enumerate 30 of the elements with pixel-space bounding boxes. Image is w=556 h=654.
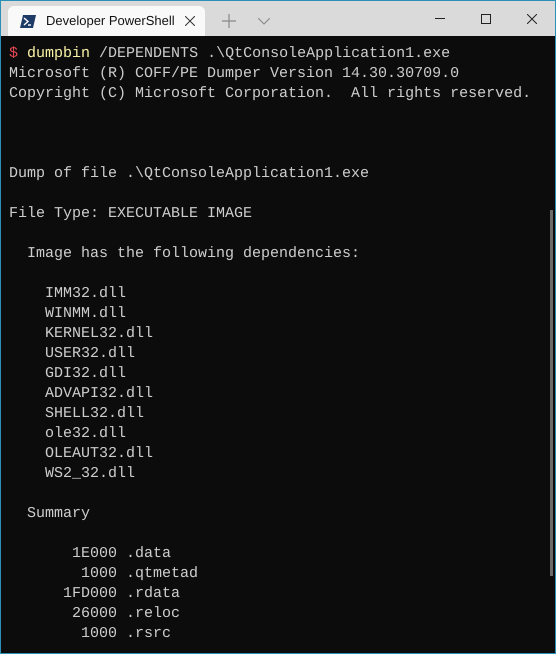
output-line: Dump of file .\QtConsoleApplication1.exe: [9, 165, 370, 182]
terminal-tab[interactable]: Developer PowerShell: [8, 6, 205, 36]
output-line: WINMM.dll: [44, 305, 126, 322]
output-line: 26000 .reloc: [71, 605, 180, 622]
output-line: ole32.dll: [44, 425, 126, 442]
output-line: 1E000 .data: [71, 545, 172, 562]
output-line: 1000 .rsrc: [80, 625, 172, 642]
output-line: SHELL32.dll: [44, 405, 144, 422]
powershell-icon: [20, 14, 36, 28]
output-line: 1FD000 .rdata: [62, 585, 180, 602]
close-tab-icon[interactable]: [184, 16, 195, 26]
output-line: OLEAUT32.dll: [44, 445, 154, 462]
output-line: KERNEL32.dll: [44, 325, 154, 342]
output-line: Microsoft (R) COFF/PE Dumper Version 14.30.30709.0: [9, 65, 460, 82]
output-line: ADVAPI32.dll: [44, 385, 154, 402]
output-line: IMM32.dll: [44, 285, 126, 302]
output-line: Image has the following dependencies:: [26, 245, 360, 262]
output-line: USER32.dll: [44, 345, 136, 362]
dropdown-icon[interactable]: [258, 18, 270, 24]
new-tab-icon[interactable]: [222, 14, 236, 28]
command-arguments: /DEPENDENTS .\QtConsoleApplication1.exe: [98, 45, 450, 62]
command-name: dumpbin: [27, 45, 90, 62]
output-line: WS2_32.dll: [44, 465, 136, 482]
scrollbar[interactable]: [550, 210, 553, 576]
output-line: File Type: EXECUTABLE IMAGE: [9, 205, 252, 222]
output-line: Copyright (C) Microsoft Corporation. All rights reserved.: [9, 85, 532, 102]
prompt-symbol: $: [9, 45, 18, 62]
output-line: GDI32.dll: [44, 365, 126, 382]
output-line: Summary: [26, 505, 90, 522]
output-line: 1000 .qtmetad: [80, 565, 198, 582]
